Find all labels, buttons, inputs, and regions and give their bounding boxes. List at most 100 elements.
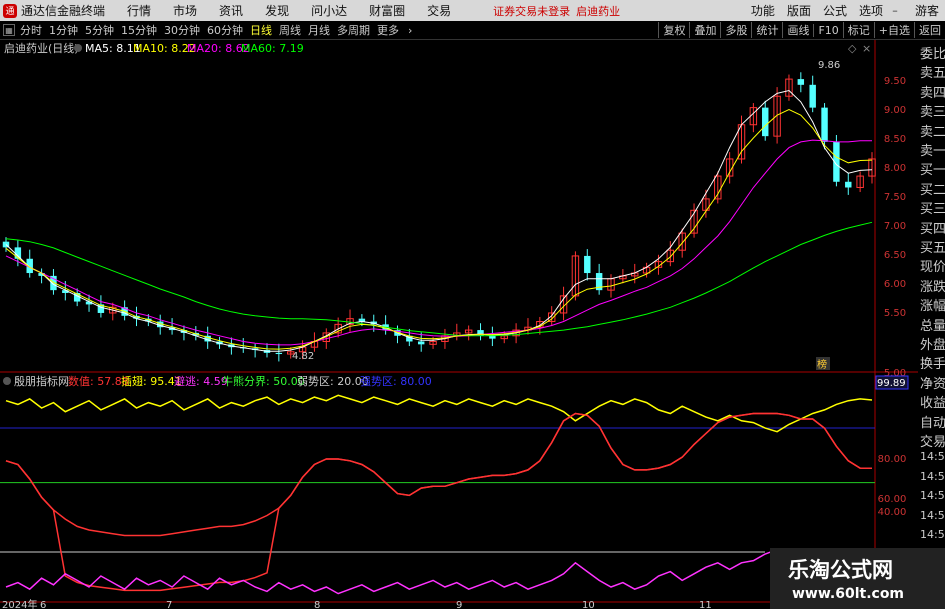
menu-item-xuanxiang[interactable]: 选项 (859, 2, 883, 19)
menu-item-banmian[interactable]: 版面 (787, 2, 811, 19)
menu-item-faxian[interactable]: 发现 (265, 2, 289, 19)
menu-item-shichang[interactable]: 市场 (173, 2, 197, 19)
indicator-name: 殷朋指标网 (14, 374, 69, 388)
menu-item-jiaoyi[interactable]: 交易 (427, 2, 451, 19)
chevron-right-icon[interactable]: › (408, 24, 412, 37)
fuquan-button[interactable]: 复权 (658, 22, 689, 38)
biaoji-button[interactable]: 标记 (842, 22, 874, 38)
period-toolbar: ▦ 分时 1分钟 5分钟 15分钟 30分钟 60分钟 日线 周线 月线 多周期… (0, 21, 945, 40)
menu-item-zixun[interactable]: 资讯 (219, 2, 243, 19)
price-tick: 8.00 (884, 163, 906, 174)
indicator-bitao-label: 避逃: 4.59 (174, 374, 228, 388)
side-panel-label: 买五 (920, 241, 945, 256)
candlestick-series (2, 72, 876, 362)
minimize-icon[interactable]: – (887, 4, 903, 17)
close-icon[interactable]: × (862, 42, 871, 55)
period-weekly[interactable]: 周线 (279, 22, 301, 38)
date-tick: 6 (40, 600, 46, 609)
side-panel-label: 14:55 (920, 469, 945, 483)
diamond-icon[interactable]: ◇ (848, 42, 857, 55)
menu-item-gongshi[interactable]: 公式 (823, 2, 847, 19)
candle-body (584, 255, 591, 274)
guest-user[interactable]: 游客 (915, 2, 939, 19)
date-tick: 9 (456, 600, 462, 609)
period-fenshi[interactable]: 分时 (20, 22, 42, 38)
add-favorite-button[interactable]: +自选 (873, 22, 914, 38)
rank-badge-text: 榜 (817, 358, 827, 371)
candle-body (821, 107, 828, 142)
watermark-line1: 乐淘公式网 (788, 558, 893, 582)
indicator-value-label: 数值: 57.88 (68, 375, 129, 388)
side-panel-label: 14:56 (920, 508, 945, 522)
side-panel-label: 卖四 (920, 85, 945, 101)
price-tick: 7.00 (884, 221, 906, 232)
side-quote-panel[interactable]: 委比 卖五 卖四 卖三 卖二 卖一 买一 买二 买三 买四 买五 现价 涨跌 涨幅 总量 外盘 换手 净资 收益 自动… (918, 40, 945, 609)
date-tick: 8 (314, 600, 320, 609)
date-tick: 7 (166, 600, 172, 609)
indicator-lines (5, 394, 873, 595)
period-5min[interactable]: 5分钟 (85, 22, 114, 38)
date-tick: 10 (582, 600, 595, 609)
title-bar: 通 通达信金融终端 行情 市场 资讯 发现 问小达 财富圈 交易 证券交易未登录… (0, 0, 945, 21)
menu-item-hangqing[interactable]: 行情 (127, 2, 151, 19)
grid-toggle-icon[interactable]: ▦ (3, 24, 15, 36)
indicator-series-line (5, 394, 873, 433)
candle-body (275, 352, 283, 355)
indicator-tick: 80.00 (878, 454, 907, 465)
settings-dot-icon[interactable] (74, 44, 82, 52)
ma20-line (5, 139, 872, 346)
candle-body (762, 107, 769, 137)
side-panel-label: 自动 (920, 415, 945, 431)
chart-canvas[interactable]: 启迪药业(日线) MA5: 8.11 MA10: 8.22 MA20: 8.62… (0, 40, 945, 609)
side-panel-label: 现价 (920, 260, 945, 276)
price-tick: 7.50 (884, 192, 906, 203)
high-price-label: 9.86 (818, 60, 840, 71)
side-panel-label: 买一 (920, 163, 945, 179)
side-panel-label: 涨幅 (920, 299, 945, 315)
period-monthly[interactable]: 月线 (308, 22, 330, 38)
price-tick: 9.00 (884, 105, 906, 116)
period-multi[interactable]: 多周期 (337, 22, 370, 38)
period-60min[interactable]: 60分钟 (207, 22, 243, 38)
f10-button[interactable]: F10 (813, 23, 842, 37)
indicator-weak-label: 弱势区: 20.00 (297, 375, 369, 388)
date-tick: 11 (699, 600, 712, 609)
period-more[interactable]: 更多 (377, 22, 399, 38)
price-axis: 9.50 9.00 8.50 8.00 7.50 7.00 6.50 6.00 … (884, 76, 906, 379)
duogu-button[interactable]: 多股 (720, 22, 751, 38)
login-notice[interactable]: 证券交易未登录 (493, 3, 570, 19)
bitao-series-line (5, 548, 873, 595)
watermark: 乐淘公式网 www.60lt.com (770, 548, 945, 609)
side-panel-label: 交易 (920, 435, 945, 450)
side-panel-label: 买三 (920, 202, 945, 218)
back-button[interactable]: 返回 (914, 22, 945, 38)
chart-area[interactable]: 启迪药业(日线) MA5: 8.11 MA10: 8.22 MA20: 8.62… (0, 40, 945, 609)
stock-title: 启迪药业(日线) (4, 41, 79, 55)
tongji-button[interactable]: 统计 (751, 22, 782, 38)
indicator-settings-icon[interactable] (3, 377, 11, 385)
side-panel-label: 总量 (920, 318, 945, 334)
low-price-label: 4.82 (292, 351, 314, 362)
app-title: 通达信金融终端 (21, 4, 106, 18)
side-panel-label: 卖二 (920, 124, 945, 140)
price-tick: 6.00 (884, 279, 906, 290)
period-30min[interactable]: 30分钟 (164, 22, 200, 38)
huaxian-button[interactable]: 画线 (782, 22, 813, 38)
menu-item-wenxiaoda[interactable]: 问小达 (311, 2, 347, 19)
date-tick: 2024年 (2, 598, 37, 609)
menu-item-caifuquan[interactable]: 财富圈 (369, 2, 405, 19)
side-panel-label: 14:56 (920, 489, 945, 503)
app-logo-icon: 通 (3, 3, 17, 18)
side-panel-label: 外盘 (920, 338, 945, 353)
indicator-tick: 40.00 (878, 507, 907, 518)
indicator-strong-label: 强势区: 80.00 (360, 375, 432, 388)
period-daily[interactable]: 日线 (250, 22, 272, 38)
period-1min[interactable]: 1分钟 (49, 22, 78, 38)
diejia-button[interactable]: 叠加 (689, 22, 720, 38)
period-15min[interactable]: 15分钟 (121, 22, 157, 38)
ma60-label: MA60: 7.19 (241, 42, 304, 55)
side-panel-label: 14:56 (920, 528, 945, 541)
menu-item-gongneng[interactable]: 功能 (751, 2, 775, 19)
candle-body (417, 341, 425, 345)
side-panel-label: 买二 (920, 182, 945, 198)
